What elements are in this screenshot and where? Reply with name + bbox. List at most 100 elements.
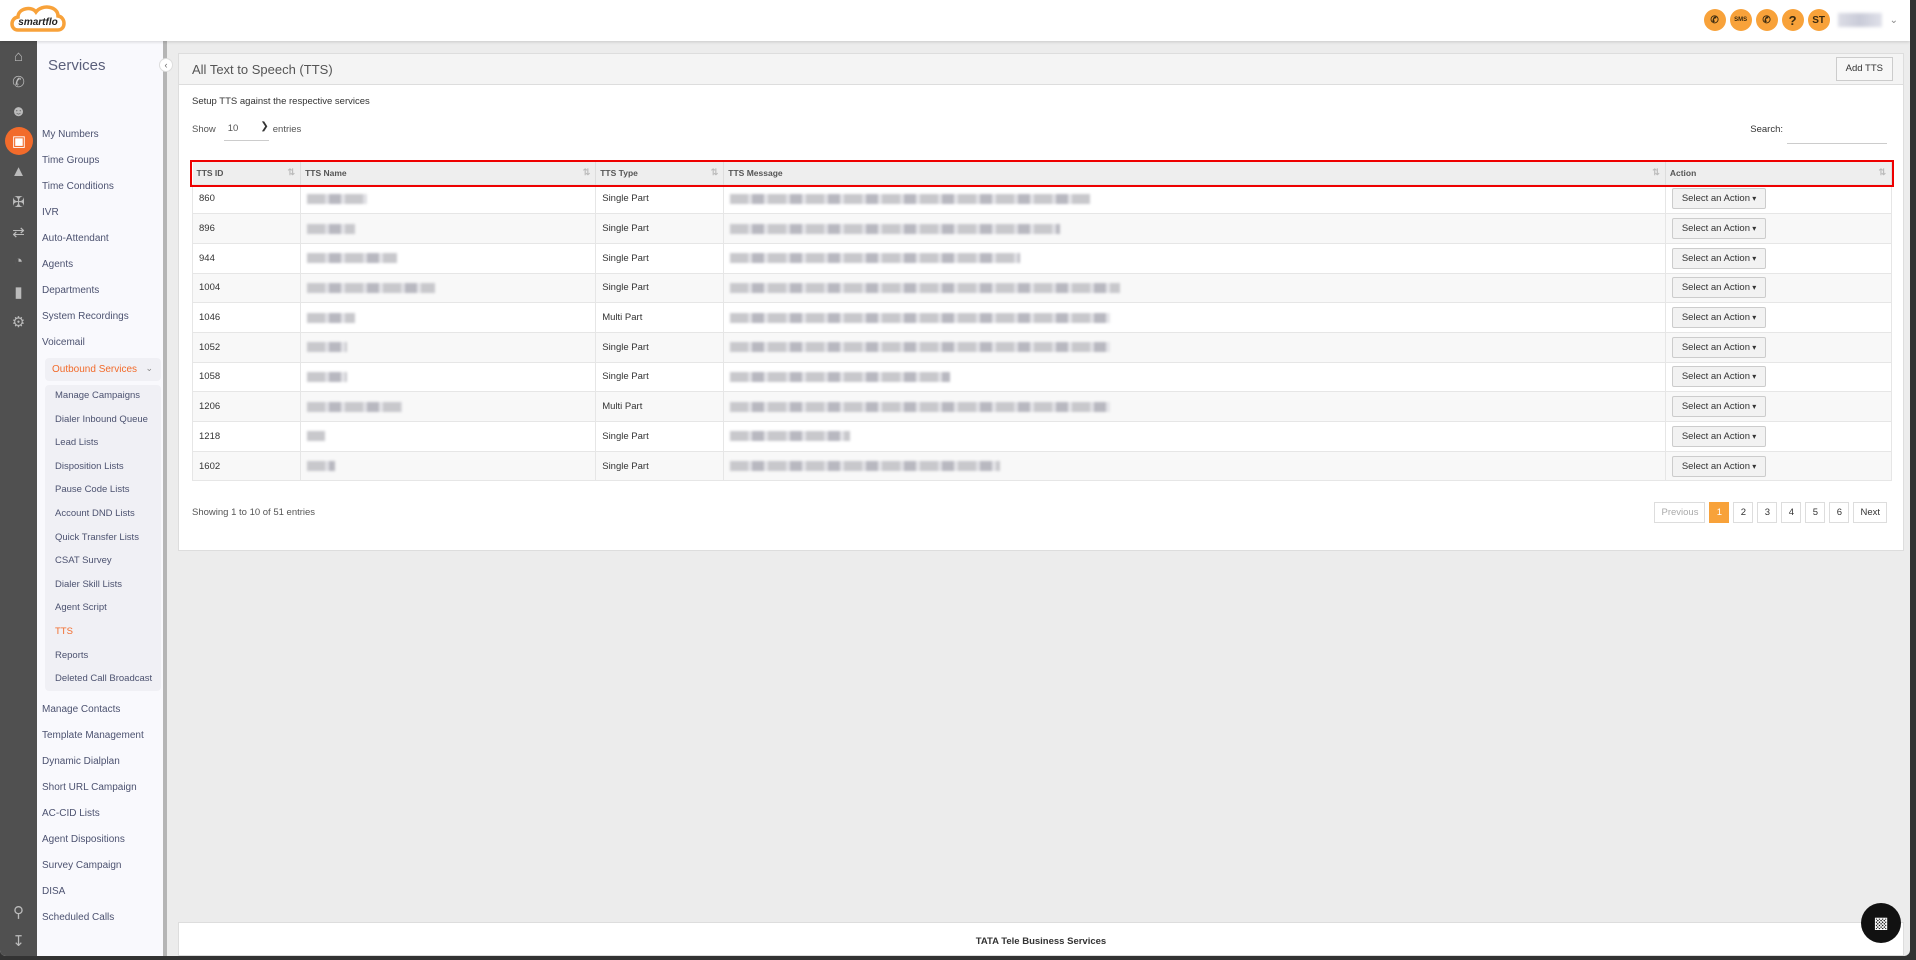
tts-message xyxy=(723,242,1666,274)
submenu-item[interactable]: CSAT Survey xyxy=(55,555,112,566)
sidebar-item-label: Outbound Services xyxy=(52,364,138,375)
page-button[interactable]: 2 xyxy=(1733,502,1754,523)
call-timer-icon[interactable]: ✆ xyxy=(1755,9,1778,31)
user-name-blurred[interactable] xyxy=(1837,13,1882,27)
select-action-dropdown[interactable]: Select an Action ▾ xyxy=(1671,455,1767,477)
search-icon[interactable]: ⚲ xyxy=(6,899,31,924)
sidebar-item[interactable]: Auto-Attendant xyxy=(42,233,109,244)
sidebar-item[interactable]: Template Management xyxy=(42,730,144,741)
pagination: Previous 1 2 3 4 5 6 Next xyxy=(1654,502,1887,523)
page-button[interactable]: 6 xyxy=(1829,502,1850,523)
page-button[interactable]: 4 xyxy=(1781,502,1802,523)
integrations-icon[interactable]: ✠ xyxy=(6,189,31,214)
entries-select[interactable]: 10 ❯ xyxy=(223,121,269,141)
submenu-item[interactable]: Reports xyxy=(55,650,88,661)
sort-icon[interactable]: ⇅ xyxy=(1652,167,1660,178)
sort-icon[interactable]: ⇅ xyxy=(711,167,719,178)
select-action-dropdown[interactable]: Select an Action ▾ xyxy=(1671,188,1767,210)
sidebar-item[interactable]: Scheduled Calls xyxy=(42,912,114,923)
column-header[interactable]: TTS Message ⇅ xyxy=(723,162,1666,184)
sidebar-item[interactable]: DISA xyxy=(42,886,65,897)
sidebar-item[interactable]: Manage Contacts xyxy=(42,704,120,715)
sidebar-item-outbound-services[interactable]: Outbound Services ⌄ xyxy=(45,358,161,381)
sidebar-scrollbar[interactable] xyxy=(163,41,167,956)
search-label: Search: xyxy=(1750,124,1783,135)
search-input[interactable] xyxy=(1787,124,1887,144)
submenu-item[interactable]: Account DND Lists xyxy=(55,508,135,519)
pie-chart-icon[interactable]: ◔ xyxy=(6,249,31,274)
sidebar-item[interactable]: AC-CID Lists xyxy=(42,808,100,819)
redacted-name xyxy=(307,312,356,323)
page-button[interactable]: 3 xyxy=(1757,502,1778,523)
submenu-item[interactable]: Agent Script xyxy=(55,602,107,613)
select-action-dropdown[interactable]: Select an Action ▾ xyxy=(1671,277,1767,299)
phone-icon[interactable]: ✆ xyxy=(6,69,31,94)
caret-down-icon: ▾ xyxy=(1749,461,1757,471)
submenu-item[interactable]: Manage Campaigns xyxy=(55,390,140,401)
select-action-dropdown[interactable]: Select an Action ▾ xyxy=(1671,218,1767,240)
column-header[interactable]: TTS Name ⇅ xyxy=(300,162,597,184)
submenu-item[interactable]: Deleted Call Broadcast xyxy=(55,673,152,684)
sms-icon[interactable]: SMS xyxy=(1729,9,1752,31)
chat-icon[interactable]: ▩ xyxy=(1861,903,1901,943)
sidebar-item[interactable]: System Recordings xyxy=(42,311,129,322)
column-header[interactable]: TTS ID ⇅ xyxy=(192,162,302,184)
redacted-name xyxy=(307,223,356,234)
select-action-dropdown[interactable]: Select an Action ▾ xyxy=(1671,396,1767,418)
next-page-button[interactable]: Next xyxy=(1853,502,1887,523)
redacted-message xyxy=(730,193,1091,204)
help-icon[interactable]: ? xyxy=(1781,9,1804,31)
routing-icon[interactable]: ⇄ xyxy=(6,219,31,244)
select-action-dropdown[interactable]: Select an Action ▾ xyxy=(1671,247,1767,269)
services-icon[interactable]: ▣ xyxy=(5,127,33,155)
submenu-item[interactable]: Dialer Skill Lists xyxy=(55,579,122,590)
column-header[interactable]: Action ⇅ xyxy=(1665,162,1893,184)
sort-icon[interactable]: ⇅ xyxy=(1878,167,1886,178)
submenu-item[interactable]: Lead Lists xyxy=(55,437,98,448)
sidebar-item[interactable]: Voicemail xyxy=(42,337,85,348)
sidebar-item[interactable]: Departments xyxy=(42,285,99,296)
sidebar-item[interactable]: My Numbers xyxy=(42,129,99,140)
gear-icon[interactable]: ⚙ xyxy=(6,309,31,334)
sidebar-item[interactable]: IVR xyxy=(42,207,59,218)
bar-chart-icon[interactable]: ▮ xyxy=(6,279,31,304)
previous-page-button[interactable]: Previous xyxy=(1654,502,1706,523)
users-icon[interactable]: ☻ xyxy=(6,99,31,124)
select-action-dropdown[interactable]: Select an Action ▾ xyxy=(1671,366,1767,388)
avatar[interactable]: ST xyxy=(1807,9,1830,31)
network-icon[interactable]: ▲ xyxy=(6,159,31,184)
submenu-item[interactable]: Quick Transfer Lists xyxy=(55,532,139,543)
redacted-name xyxy=(307,253,398,264)
page-button[interactable]: 1 xyxy=(1709,502,1730,523)
select-action-dropdown[interactable]: Select an Action ▾ xyxy=(1671,307,1767,329)
tts-message xyxy=(723,213,1666,244)
sidebar-item[interactable]: Dynamic Dialplan xyxy=(42,756,120,767)
select-action-dropdown[interactable]: Select an Action ▾ xyxy=(1671,336,1767,358)
sidebar-item[interactable]: Time Groups xyxy=(42,155,99,166)
submenu-item[interactable]: Disposition Lists xyxy=(55,461,124,472)
tts-message xyxy=(723,361,1666,393)
submenu-item[interactable]: Dialer Inbound Queue xyxy=(55,414,148,425)
chevron-down-icon[interactable]: ⌄ xyxy=(1890,15,1898,26)
sidebar-item[interactable]: Agent Dispositions xyxy=(42,834,125,845)
sidebar-item[interactable]: Survey Campaign xyxy=(42,860,121,871)
collapse-sidebar-button[interactable]: ‹ xyxy=(159,58,173,72)
download-icon[interactable]: ↧ xyxy=(6,928,31,953)
home-icon[interactable]: ⌂ xyxy=(6,44,31,69)
sidebar-item[interactable]: Short URL Campaign xyxy=(42,782,137,793)
submenu-item[interactable]: TTS xyxy=(55,626,73,637)
redacted-message xyxy=(730,461,1001,472)
smartflo-logo[interactable]: smartflo xyxy=(10,4,66,36)
select-action-dropdown[interactable]: Select an Action ▾ xyxy=(1671,425,1767,447)
call-icon[interactable]: ✆ xyxy=(1703,9,1726,31)
add-tts-button[interactable]: Add TTS xyxy=(1835,57,1893,81)
column-header[interactable]: TTS Type ⇅ xyxy=(595,162,725,184)
tts-type: Single Part xyxy=(595,213,725,244)
sort-icon[interactable]: ⇅ xyxy=(583,167,591,178)
sidebar-item[interactable]: Time Conditions xyxy=(42,181,114,192)
sidebar-item[interactable]: Agents xyxy=(42,259,73,270)
submenu-item[interactable]: Pause Code Lists xyxy=(55,484,129,495)
sort-icon[interactable]: ⇅ xyxy=(288,167,296,178)
table-row: 1004 Single Part Select an Action ▾ xyxy=(191,272,1893,304)
page-button[interactable]: 5 xyxy=(1805,502,1826,523)
